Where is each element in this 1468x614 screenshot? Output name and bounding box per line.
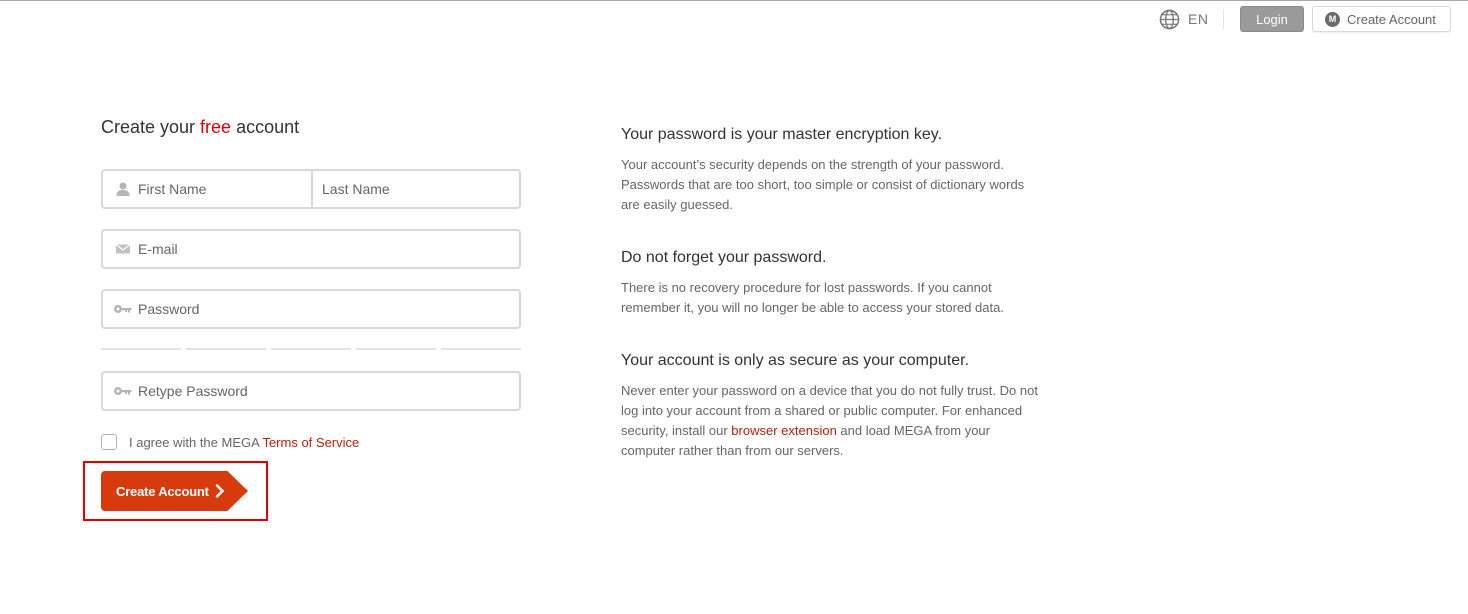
browser-extension-link[interactable]: browser extension: [731, 423, 837, 438]
password-strength-segment: [271, 348, 351, 350]
top-border: [0, 0, 1468, 1]
name-field-divider: [311, 171, 313, 207]
info-section-secure-computer: Your account is only as secure as your c…: [621, 352, 1041, 461]
form-title: Create your free account: [101, 117, 300, 137]
info-body: Never enter your password on a device th…: [621, 383, 1038, 458]
password-strength-segment: [101, 348, 181, 350]
key-icon: [114, 387, 132, 395]
info-section-forget-password: Do not forget your password. There is no…: [621, 249, 1041, 318]
last-name-input[interactable]: Last Name: [322, 181, 390, 197]
language-selector[interactable]: EN: [1159, 8, 1208, 30]
password-strength-segment: [441, 348, 521, 350]
info-heading: Your account is only as secure as your c…: [621, 352, 970, 369]
globe-icon: [1159, 9, 1180, 29]
header-create-account-label: Create Account: [1347, 11, 1436, 27]
password-strength-segment: [186, 348, 266, 350]
login-button[interactable]: Login: [1240, 6, 1304, 32]
envelope-icon: [115, 244, 131, 254]
user-icon: [116, 182, 130, 196]
first-name-input[interactable]: First Name: [138, 181, 206, 197]
header-divider: [1223, 9, 1224, 29]
terms-label: I agree with the MEGA Terms of Service: [129, 434, 360, 450]
info-heading: Do not forget your password.: [621, 249, 827, 266]
retype-password-placeholder: Retype Password: [138, 383, 248, 399]
info-body: There is no recovery procedure for lost …: [621, 280, 1004, 315]
chevron-right-icon: [215, 484, 224, 498]
key-icon: [114, 305, 132, 313]
password-placeholder: Password: [138, 301, 200, 317]
language-code: EN: [1188, 11, 1209, 27]
retype-password-field[interactable]: Retype Password: [101, 371, 521, 411]
mega-logo-icon: M: [1325, 11, 1340, 27]
email-field[interactable]: E-mail: [101, 229, 521, 269]
info-heading: Your password is your master encryption …: [621, 126, 943, 143]
header-create-account-button[interactable]: M Create Account: [1312, 6, 1451, 32]
password-field[interactable]: Password: [101, 289, 521, 329]
name-fields: First Name Last Name: [101, 169, 521, 209]
create-account-button[interactable]: Create Account: [101, 471, 248, 511]
email-placeholder: E-mail: [138, 241, 178, 257]
terms-checkbox[interactable]: [101, 434, 117, 450]
info-body: Your account’s security depends on the s…: [621, 157, 1025, 212]
info-section-master-key: Your password is your master encryption …: [621, 126, 1041, 215]
free-highlight: free: [200, 117, 232, 137]
terms-of-service-link[interactable]: Terms of Service: [262, 435, 359, 450]
password-strength-segment: [356, 348, 436, 350]
terms-agreement: I agree with the MEGA Terms of Service: [101, 434, 359, 450]
create-account-button-label: Create Account: [116, 483, 209, 499]
